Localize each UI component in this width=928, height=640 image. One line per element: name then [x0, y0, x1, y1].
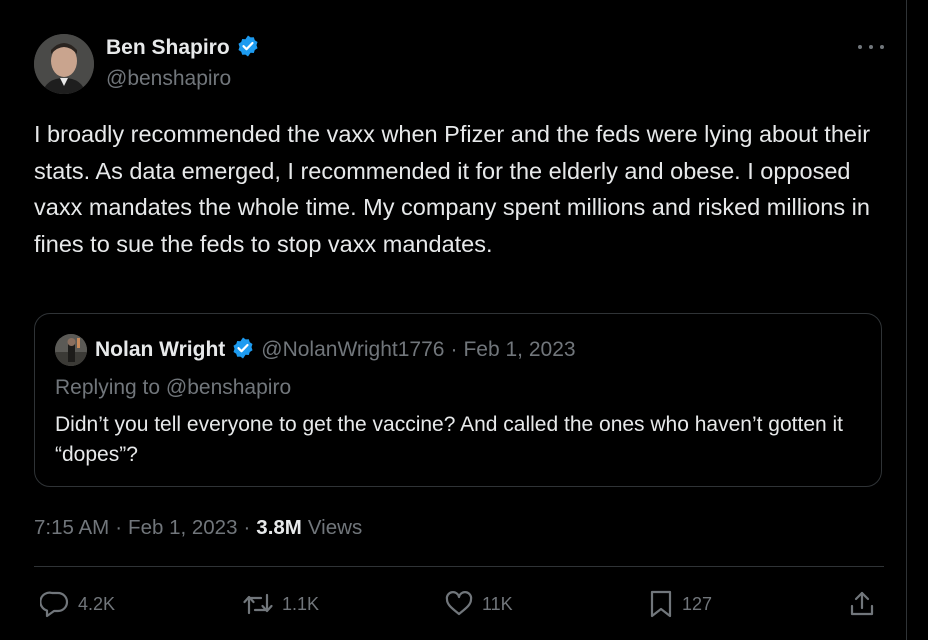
like-button[interactable]: 11K: [444, 590, 513, 618]
reply-count: 4.2K: [78, 593, 116, 614]
repost-count: 1.1K: [282, 593, 320, 614]
divider: [34, 566, 884, 567]
bookmark-count: 127: [682, 593, 713, 614]
quoted-tweet-text: Didn’t you tell everyone to get the vacc…: [55, 413, 844, 466]
heart-icon: [444, 590, 474, 618]
views-label: Views: [307, 516, 363, 539]
repost-button[interactable]: 1.1K: [242, 590, 319, 618]
reply-icon: [40, 590, 70, 618]
quoted-date: Feb 1, 2023: [463, 338, 576, 361]
quoted-verified-badge-icon: [231, 336, 255, 365]
quoted-author-name: Nolan Wright: [95, 338, 226, 361]
views-count: 3.8M: [256, 516, 302, 539]
bookmark-button[interactable]: 127: [648, 590, 712, 618]
verified-badge-icon: [236, 34, 260, 63]
bookmark-icon: [648, 589, 674, 619]
tweet-meta: 7:15 AM · Feb 1, 2023 · 3.8M Views: [34, 514, 362, 542]
timeline-border: [906, 0, 907, 640]
quoted-author-handle: @NolanWright1776: [261, 338, 445, 361]
quoted-author-avatar: [55, 334, 87, 366]
quoted-separator: ·: [450, 338, 458, 361]
author-handle[interactable]: @benshapiro: [106, 67, 231, 91]
repost-icon: [242, 590, 274, 618]
tweet-date[interactable]: Feb 1, 2023: [128, 516, 237, 540]
more-options-icon[interactable]: [858, 36, 884, 58]
meta-separator: ·: [115, 516, 123, 539]
author-name-row[interactable]: Ben Shapiro: [106, 34, 260, 62]
tweet-time[interactable]: 7:15 AM: [34, 516, 109, 540]
author-name[interactable]: Ben Shapiro: [106, 36, 230, 60]
quoted-replying-to: Replying to @benshapiro: [55, 376, 292, 399]
meta-separator-2: ·: [243, 516, 251, 539]
share-icon: [848, 590, 876, 618]
quoted-tweet-header: Nolan Wright @NolanWright1776 · Feb 1, 2…: [55, 334, 576, 366]
like-count: 11K: [482, 593, 513, 614]
reply-button[interactable]: 4.2K: [40, 590, 115, 618]
share-button[interactable]: [848, 590, 876, 618]
tweet-text: I broadly recommended the vaxx when Pfiz…: [34, 121, 871, 257]
quoted-tweet-card[interactable]: Nolan Wright @NolanWright1776 · Feb 1, 2…: [34, 313, 882, 487]
author-avatar[interactable]: [34, 34, 94, 94]
